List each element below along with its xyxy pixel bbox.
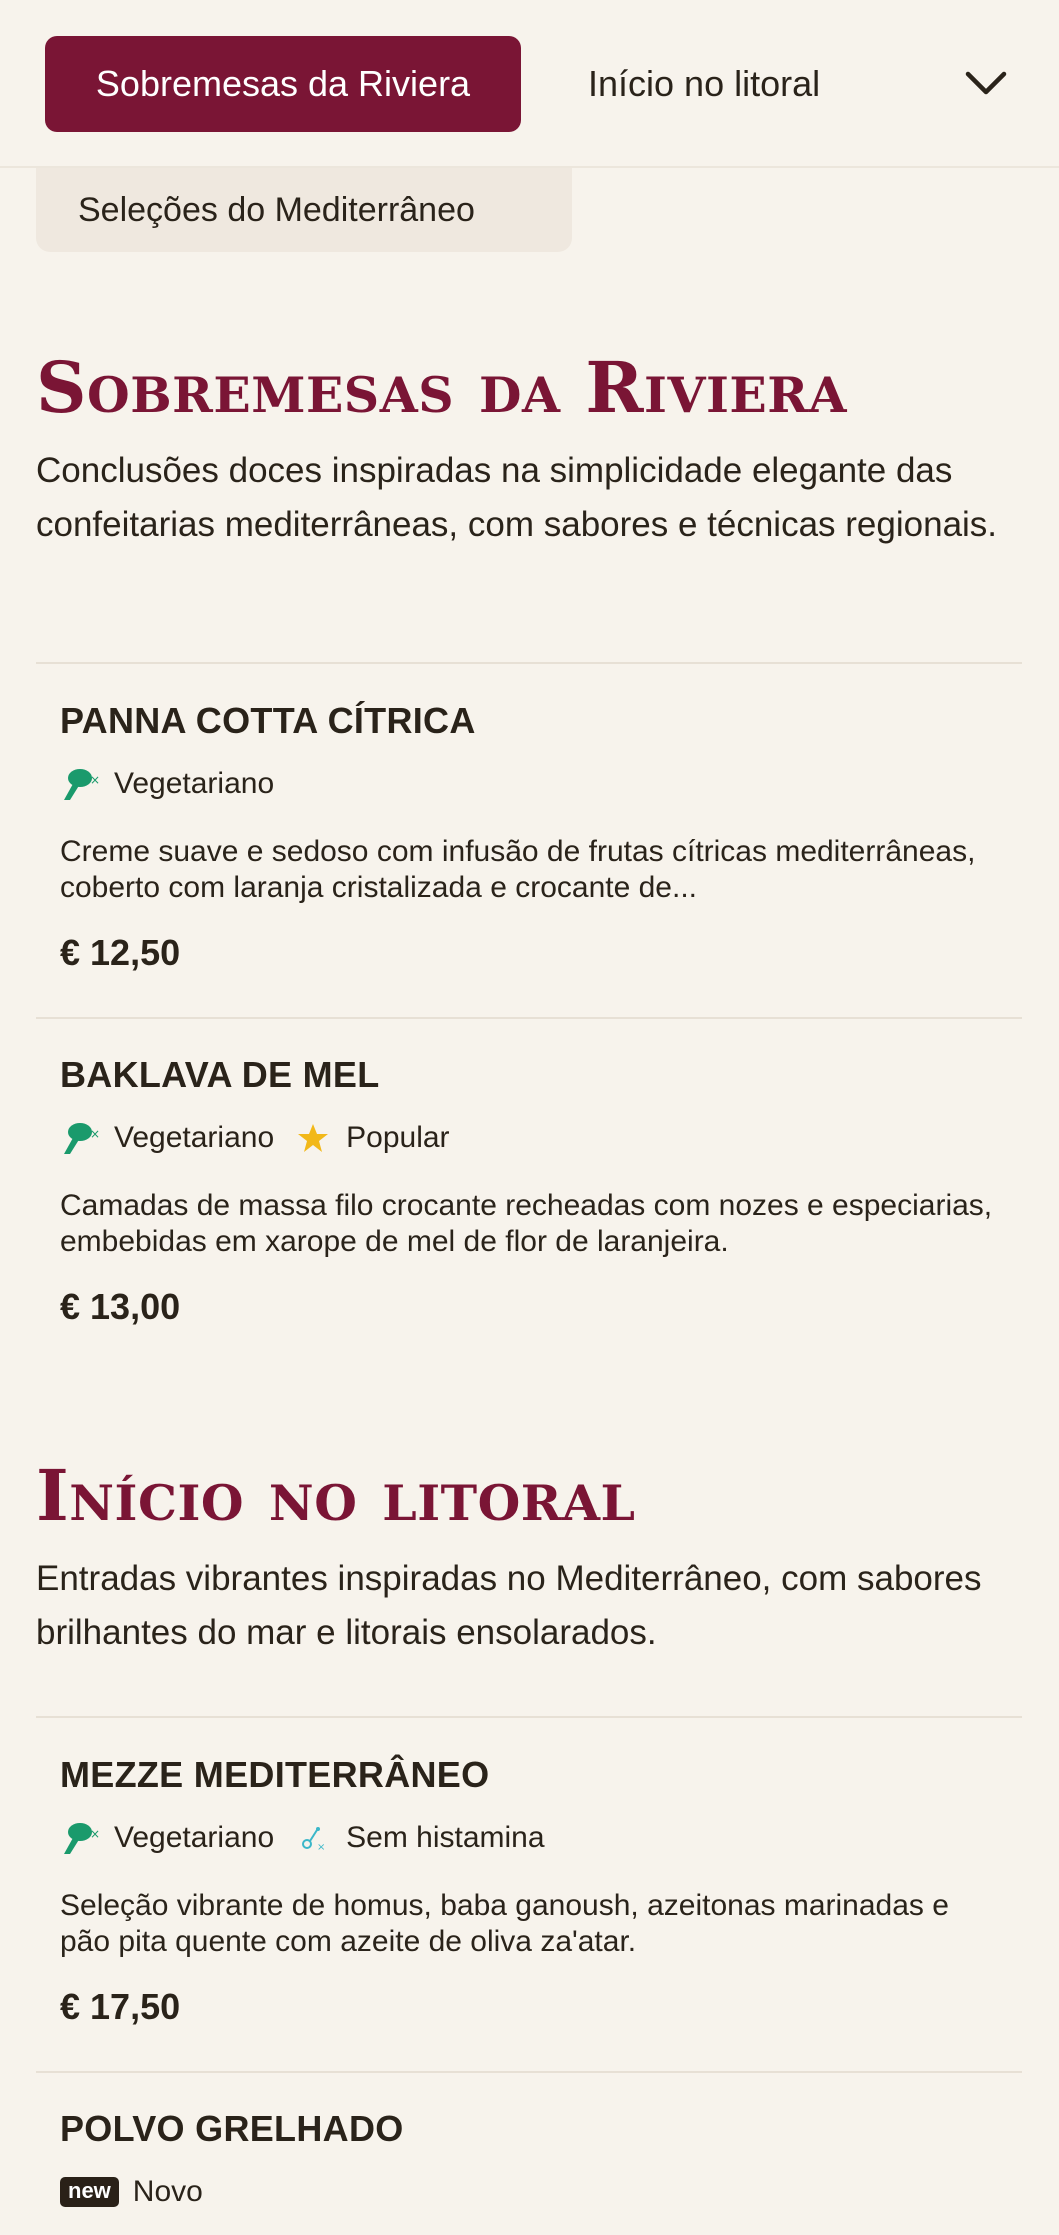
section-title: Sobremesas da Riviera [36, 346, 847, 429]
item-price: € 13,00 [60, 1286, 181, 1327]
item-name: MEZZE MEDITERRÂNEO [60, 1754, 490, 1795]
item-tags: × Vegetariano [60, 764, 1022, 804]
chevron-down-icon[interactable] [960, 58, 1012, 110]
item-name: BAKLAVA DE MEL [60, 1054, 380, 1095]
svg-text:×: × [90, 1827, 100, 1841]
item-name: POLVO GRELHADO [60, 2108, 404, 2149]
item-description: Camadas de massa filo crocante recheadas… [60, 1189, 993, 1258]
vegetarian-icon: × [60, 764, 102, 804]
star-icon [292, 1118, 334, 1158]
tab-sobremesas-da-riviera[interactable]: Sobremesas da Riviera [45, 36, 521, 132]
tag-vegetarian: × Vegetariano [60, 1818, 274, 1858]
tag-label: Sem histamina [346, 1821, 545, 1854]
tag-new: new Novo [60, 2175, 203, 2209]
svg-text:×: × [90, 1127, 100, 1141]
vegetarian-icon: × [60, 1118, 102, 1158]
menu-item[interactable]: PANNA COTTA CÍTRICA × Vegetariano Creme … [36, 700, 1022, 974]
tag-popular: Popular [292, 1118, 450, 1158]
svg-text:×: × [90, 773, 100, 787]
tag-vegetarian: × Vegetariano [60, 764, 274, 804]
section-description: Entradas vibrantes inspiradas no Mediter… [36, 1559, 982, 1652]
menu-item[interactable]: POLVO GRELHADO new Novo [36, 2108, 1022, 2212]
tag-label: Vegetariano [114, 1121, 275, 1154]
section-inicio-no-litoral: Início no litoral Entradas vibrantes ins… [36, 1456, 1022, 1660]
item-description: Creme suave e sedoso com infusão de frut… [60, 835, 976, 904]
svg-text:×: × [317, 1842, 325, 1853]
tag-label: Popular [346, 1121, 450, 1154]
item-tags: × Vegetariano × Sem histamina [60, 1818, 1022, 1858]
histamine-free-icon: × [292, 1818, 334, 1858]
tag-label: Vegetariano [114, 767, 275, 800]
tag-vegetarian: × Vegetariano [60, 1118, 274, 1158]
tag-label: Novo [132, 2175, 203, 2208]
menu-item[interactable]: MEZZE MEDITERRÂNEO × Vegetariano × Sem h… [36, 1754, 1022, 2028]
item-description: Seleção vibrante de homus, baba ganoush,… [60, 1889, 949, 1958]
tab-inicio-no-litoral[interactable]: Início no litoral [588, 36, 820, 132]
new-badge-icon: new [60, 2177, 119, 2207]
item-tags: new Novo [60, 2172, 1022, 2212]
section-title: Início no litoral [36, 1454, 636, 1537]
divider [36, 1017, 1022, 1019]
item-name: PANNA COTTA CÍTRICA [60, 700, 476, 741]
dropdown-item-selecoes-do-mediterraneo[interactable]: Seleções do Mediterrâneo [36, 168, 572, 252]
section-sobremesas-da-riviera: Sobremesas da Riviera Conclusões doces i… [36, 348, 1022, 552]
divider [36, 1716, 1022, 1718]
item-tags: × Vegetariano Popular [60, 1118, 1022, 1158]
item-price: € 17,50 [60, 1986, 181, 2027]
divider [36, 2071, 1022, 2073]
vegetarian-icon: × [60, 1818, 102, 1858]
divider [36, 662, 1022, 664]
tag-histamine-free: × Sem histamina [292, 1818, 545, 1858]
menu-item[interactable]: BAKLAVA DE MEL × Vegetariano Popular Cam… [36, 1054, 1022, 1328]
section-description: Conclusões doces inspiradas na simplicid… [36, 451, 998, 544]
category-nav: Sobremesas da Riviera Início no litoral [0, 0, 1059, 168]
item-price: € 12,50 [60, 932, 181, 973]
tag-label: Vegetariano [114, 1821, 275, 1854]
